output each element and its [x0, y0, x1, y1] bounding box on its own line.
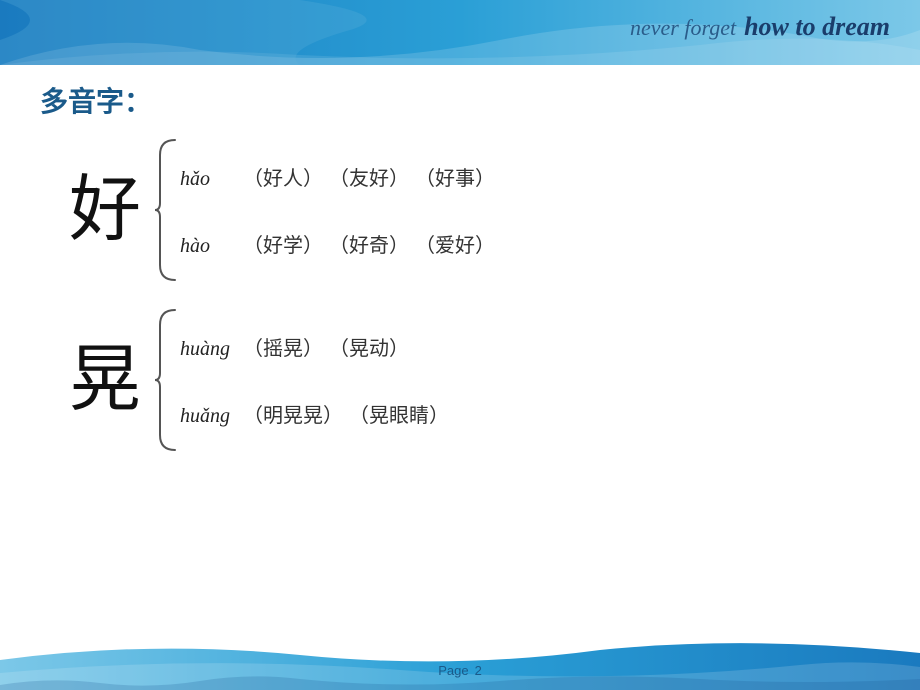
main-content: 多音字： 好 hǎo （好人） （友好） （好事） hào	[0, 65, 920, 635]
example-huang-1-1: （摇晃）	[243, 332, 323, 361]
example-hao-2-1: （好学）	[243, 229, 323, 258]
pinyin-huang-1: huàng	[180, 338, 235, 361]
pinyin-hao-1: hǎo	[180, 168, 235, 191]
tagline-never: never forget	[630, 15, 736, 41]
characters-container: 好 hǎo （好人） （友好） （好事） hào （好学）	[40, 135, 880, 455]
entries-hao: hǎo （好人） （友好） （好事） hào （好学） （好奇） （爱好）	[180, 135, 495, 285]
examples-huang-1: （摇晃） （晃动）	[243, 332, 409, 361]
tagline-container: never forget how to dream	[630, 12, 890, 42]
example-hao-1-3: （好事）	[415, 162, 495, 191]
entry-hao-1: hǎo （好人） （友好） （好事）	[180, 162, 495, 191]
pinyin-hao-2: hào	[180, 235, 235, 258]
example-hao-2-2: （好奇）	[329, 229, 409, 258]
example-huang-1-2: （晃动）	[329, 332, 409, 361]
examples-hao-2: （好学） （好奇） （爱好）	[243, 229, 495, 258]
tagline-dream: how to dream	[744, 12, 890, 42]
page-num: 2	[475, 663, 482, 678]
page-number-container: Page 2	[438, 663, 482, 678]
entry-huang-1: huàng （摇晃） （晃动）	[180, 332, 449, 361]
char-block-hao: 好 hǎo （好人） （友好） （好事） hào （好学）	[60, 135, 880, 285]
example-hao-1-1: （好人）	[243, 162, 323, 191]
entry-hao-2: hào （好学） （好奇） （爱好）	[180, 229, 495, 258]
header-banner: never forget how to dream	[0, 0, 920, 65]
example-hao-2-3: （爱好）	[415, 229, 495, 258]
brace-huang	[150, 305, 180, 455]
pinyin-huang-2: huǎng	[180, 405, 235, 428]
section-title: 多音字：	[40, 80, 880, 120]
char-block-huang: 晃 huàng （摇晃） （晃动） huǎng （明晃晃） （晃眼睛）	[60, 305, 880, 455]
big-char-hao: 好	[60, 174, 150, 246]
example-hao-1-2: （友好）	[329, 162, 409, 191]
brace-hao	[150, 135, 180, 285]
entry-huang-2: huǎng （明晃晃） （晃眼睛）	[180, 399, 449, 428]
big-char-huang: 晃	[60, 344, 150, 416]
example-huang-2-2: （晃眼睛）	[349, 399, 449, 428]
entries-huang: huàng （摇晃） （晃动） huǎng （明晃晃） （晃眼睛）	[180, 305, 449, 455]
page-label: Page	[438, 663, 468, 678]
examples-hao-1: （好人） （友好） （好事）	[243, 162, 495, 191]
example-huang-2-1: （明晃晃）	[243, 399, 343, 428]
examples-huang-2: （明晃晃） （晃眼睛）	[243, 399, 449, 428]
